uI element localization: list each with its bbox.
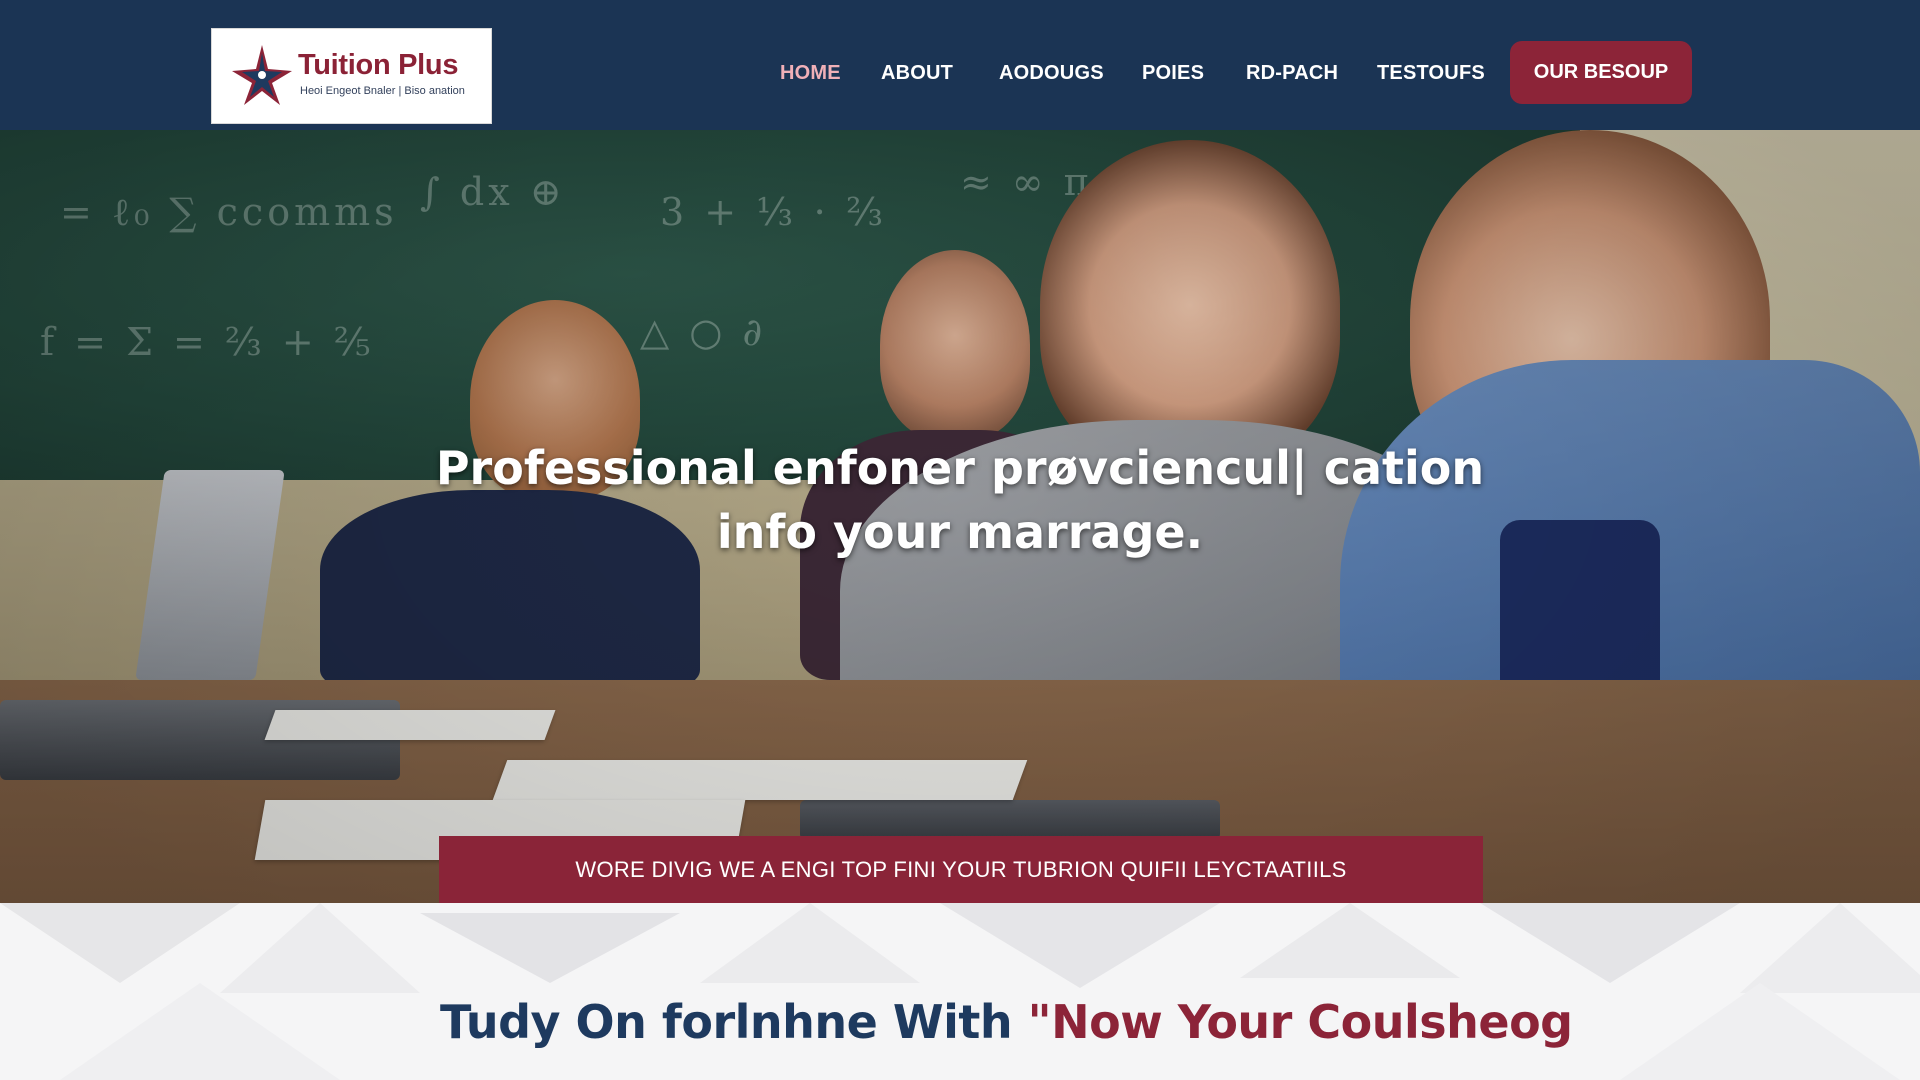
hero-heading-line1: Professional enfoner prøvciencul| cation	[435, 441, 1485, 495]
lower-section: Tudy On forlnhne With "Now Your Coulsheo…	[0, 903, 1920, 1080]
top-navbar: Tuition Plus Heoi Engeot Bnaler | Biso a…	[0, 0, 1920, 130]
nav-aodougs[interactable]: AODOUGS	[999, 62, 1104, 85]
pattern-shape	[0, 903, 240, 983]
pattern-shape	[1740, 903, 1920, 993]
brand-tagline: Heoi Engeot Bnaler | Biso anation	[300, 85, 465, 97]
page: = ℓ₀ ∑ ccomms ∫ dx ⊕ 3 + ⅓ ⋅ ⅔ f = Σ = ⅔…	[0, 0, 1920, 1080]
logo[interactable]: Tuition Plus Heoi Engeot Bnaler | Biso a…	[211, 28, 492, 124]
pattern-shape	[700, 903, 920, 983]
hero-banner: WORE DIVIG WE A ENGI TOP FINI YOUR TUBRI…	[439, 836, 1483, 903]
nav-poies[interactable]: POIES	[1142, 62, 1204, 85]
pattern-shape	[940, 903, 1220, 988]
starfish-logo-icon	[232, 45, 292, 105]
pattern-shape	[60, 983, 340, 1080]
hero-section: = ℓ₀ ∑ ccomms ∫ dx ⊕ 3 + ⅓ ⋅ ⅔ f = Σ = ⅔…	[0, 0, 1920, 903]
nav-home[interactable]: HOME	[780, 62, 841, 85]
section-heading-accent: "Now Your Coulsheog	[1027, 995, 1573, 1049]
section-heading: Tudy On forlnhne With "Now Your Coulsheo…	[440, 995, 1573, 1049]
pattern-shape	[420, 913, 680, 983]
pattern-shape	[1240, 903, 1460, 978]
hero-heading: Professional enfoner prøvciencul| cation…	[360, 436, 1560, 564]
nav-rd-pach[interactable]: RD-PACH	[1246, 62, 1338, 85]
hero-heading-line2: info your marrage.	[716, 505, 1204, 559]
pattern-shape	[1620, 983, 1900, 1080]
section-heading-main: Tudy On forlnhne With	[440, 995, 1028, 1049]
nav-about[interactable]: ABOUT	[881, 62, 953, 85]
cta-button[interactable]: OUR BESOUP	[1510, 41, 1692, 104]
nav-testoufs[interactable]: TESTOUFS	[1377, 62, 1485, 85]
pattern-shape	[220, 903, 420, 993]
brand-name: Tuition Plus	[298, 49, 459, 81]
pattern-shape	[1480, 903, 1740, 983]
